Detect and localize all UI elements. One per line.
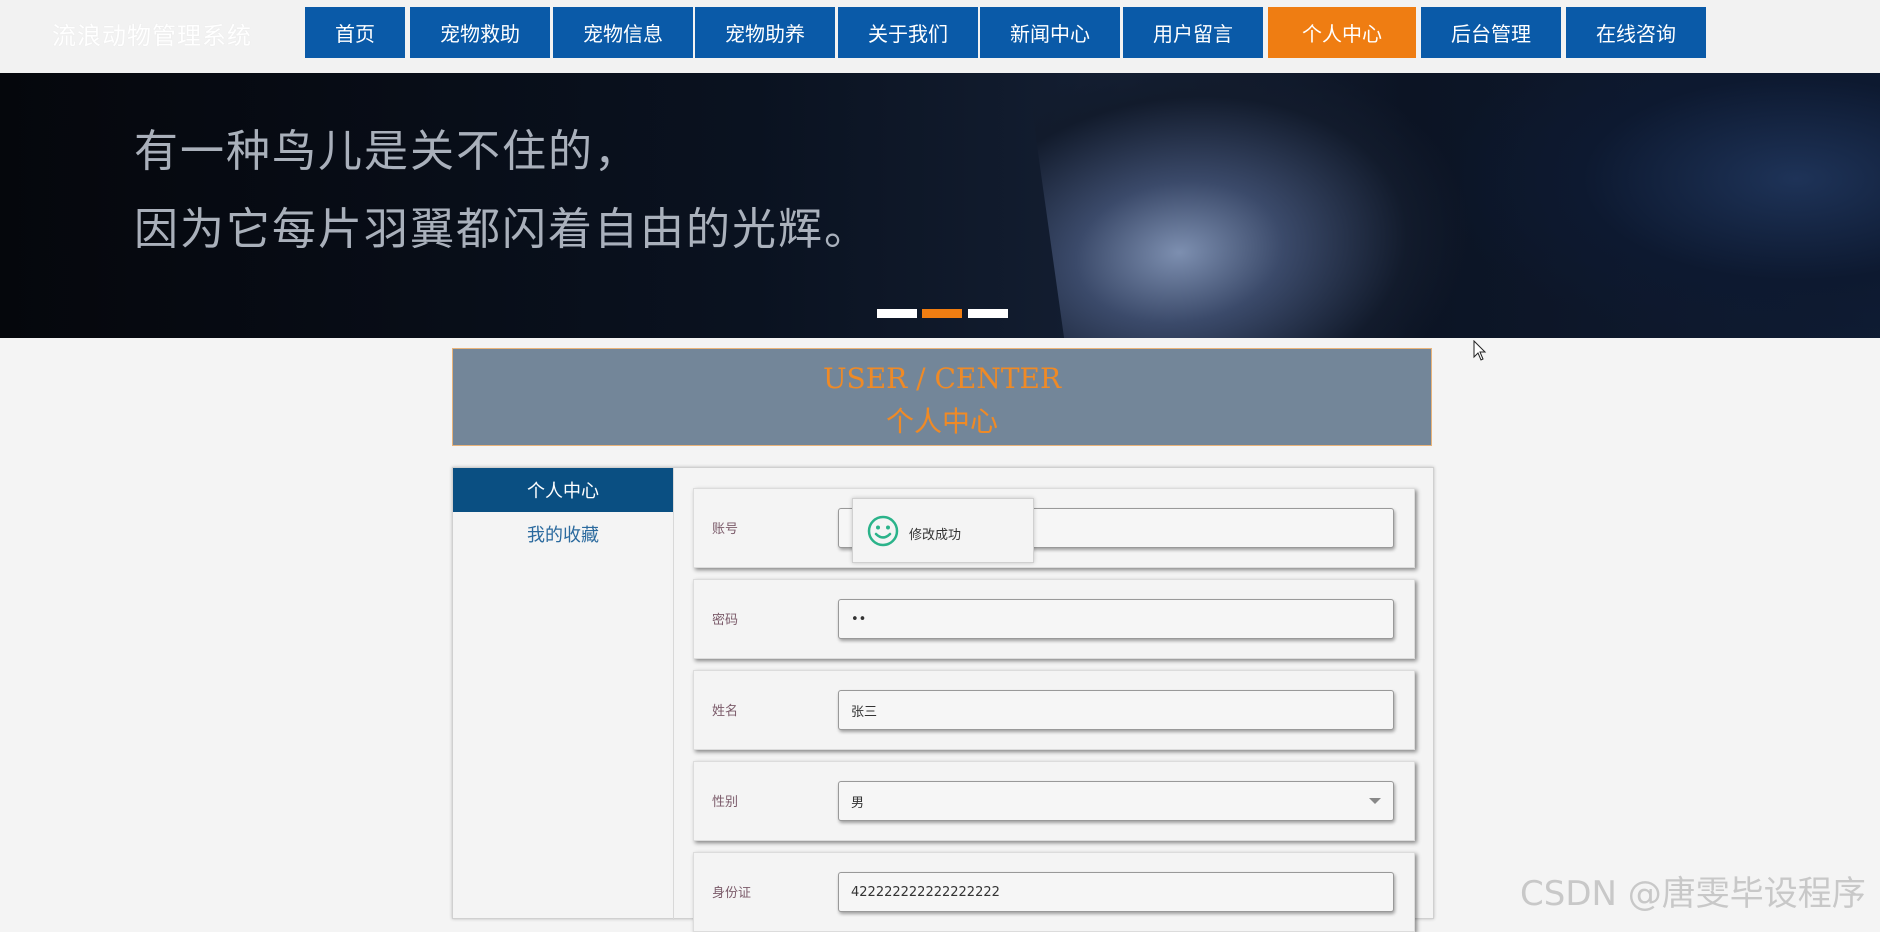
section-title-en: USER / CENTER [822,362,1062,395]
nav-pet-foster[interactable]: 宠物助养 [695,7,835,58]
toast-message: 修改成功 [909,528,962,543]
sidebar-item-favorites[interactable]: 我的收藏 [453,512,673,556]
nav-user-center[interactable]: 个人中心 [1268,7,1416,58]
nav-about[interactable]: 关于我们 [838,7,978,58]
form-row-name: 姓名 张三 [693,670,1415,750]
section-header: USER / CENTER 个人中心 [452,348,1432,446]
success-toast: 修改成功 [852,498,1034,563]
section-title-cn: 个人中心 [885,405,998,438]
password-label: 密码 [712,613,739,628]
banner-text-line1: 有一种鸟儿是关不住的， [134,126,640,177]
hero-banner: 有一种鸟儿是关不住的， 因为它每片羽翼都闪着自由的光辉。 [0,73,1880,338]
form-row-id-card: 身份证 422222222222222222 [693,852,1415,932]
nav-admin[interactable]: 后台管理 [1421,7,1561,58]
banner-dot-2[interactable] [922,309,962,318]
nav-messages[interactable]: 用户留言 [1123,7,1263,58]
form-row-account: 账号 [693,488,1415,568]
nav-home[interactable]: 首页 [305,7,405,58]
name-input[interactable]: 张三 [838,690,1394,730]
banner-dot-3[interactable] [968,309,1008,318]
form-row-password: 密码 •• [693,579,1415,659]
banner-shadow [1460,73,1880,338]
gender-value: 男 [851,795,865,811]
sidebar: 个人中心 我的收藏 [453,468,674,920]
nav-pet-rescue[interactable]: 宠物救助 [410,7,550,58]
smile-icon [867,515,899,547]
mouse-cursor-icon [1473,340,1487,361]
top-bar: 流浪动物管理系统 首页 宠物救助 宠物信息 宠物助养 关于我们 新闻中心 用户留… [0,0,1880,73]
banner-dot-1[interactable] [877,309,917,318]
sidebar-item-user-center[interactable]: 个人中心 [453,468,673,512]
account-label: 账号 [712,522,739,537]
gender-label: 性别 [712,795,739,810]
nav-consult[interactable]: 在线咨询 [1566,7,1706,58]
id-card-input[interactable]: 422222222222222222 [838,872,1394,912]
chevron-down-icon [1369,798,1381,804]
site-title: 流浪动物管理系统 [52,22,252,50]
cat-image [1026,73,1494,338]
nav-news[interactable]: 新闻中心 [980,7,1120,58]
banner-text-line2: 因为它每片羽翼都闪着自由的光辉。 [134,204,870,255]
form-row-gender: 性别 男 [693,761,1415,841]
password-input[interactable]: •• [838,599,1394,639]
nav-pet-info[interactable]: 宠物信息 [553,7,693,58]
gender-select[interactable]: 男 [838,781,1394,821]
id-card-label: 身份证 [712,886,752,901]
name-label: 姓名 [712,704,739,719]
watermark: CSDN @唐雯毕设程序 [1520,874,1866,914]
